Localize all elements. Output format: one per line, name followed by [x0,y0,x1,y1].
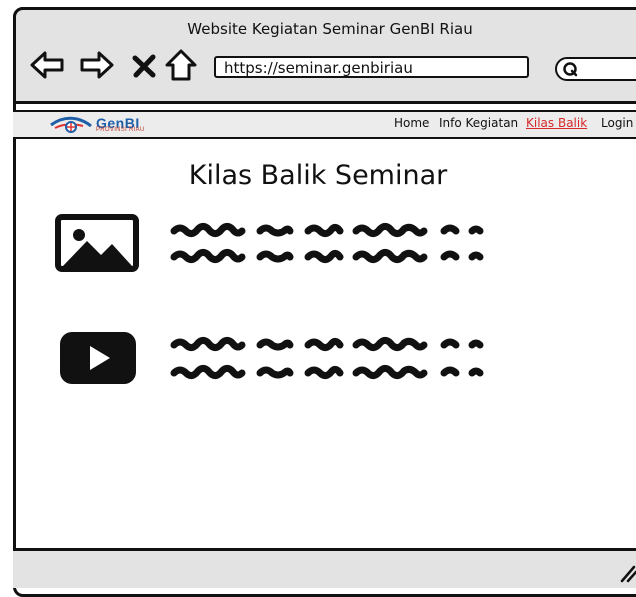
search-icon [563,62,578,77]
logo-subtext: PROVINSI RIAU [96,127,145,133]
nav-link-home[interactable]: Home [394,116,429,130]
close-icon[interactable] [132,54,156,78]
video-play-icon[interactable] [58,330,138,390]
resize-handle-icon[interactable] [616,561,636,585]
image-icon[interactable] [54,213,140,277]
placeholder-text-line [168,219,588,273]
arrow-left-icon[interactable] [30,50,64,80]
logo-mark-icon [50,116,92,133]
search-box[interactable] [555,57,636,81]
placeholder-text-line [168,333,588,387]
url-input[interactable]: https://seminar.genbiriau [214,56,529,78]
nav-link-kilas-balik[interactable]: Kilas Balik [526,116,587,130]
page-title: Kilas Balik Seminar [188,160,448,191]
home-icon[interactable] [163,47,199,83]
window-title: Website Kegiatan Seminar GenBI Riau [187,20,473,38]
site-logo[interactable]: GenBI PROVINSI RIAU [49,114,179,136]
nav-link-login[interactable]: Login [601,116,633,130]
url-text: https://seminar.genbiriau [224,59,413,77]
arrow-right-icon[interactable] [80,50,114,80]
titlebar-divider [13,101,636,104]
nav-link-info-kegiatan[interactable]: Info Kegiatan [439,116,518,130]
status-bar [13,548,636,588]
